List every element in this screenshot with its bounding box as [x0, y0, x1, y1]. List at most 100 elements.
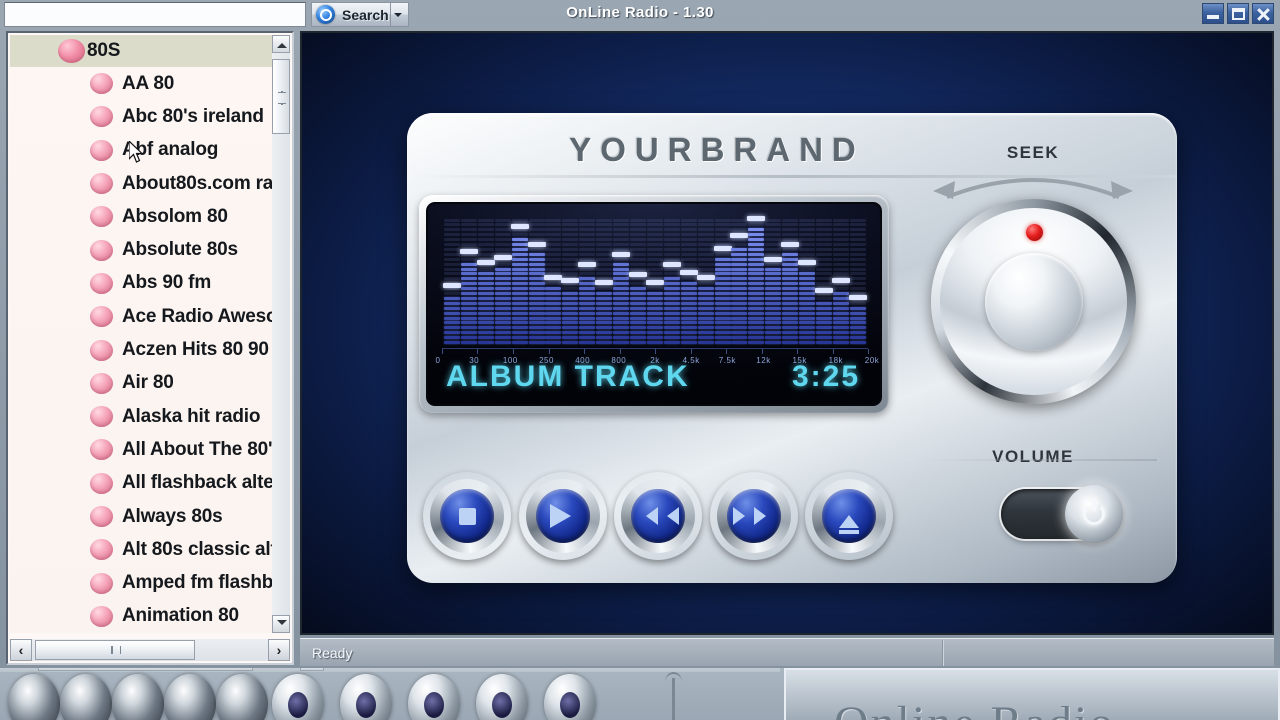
station-bullet-icon: [90, 472, 113, 494]
fast-forward-icon: [732, 507, 775, 525]
scroll-left-arrow-icon[interactable]: ‹: [10, 639, 32, 661]
fast-forward-button[interactable]: [710, 472, 798, 560]
list-item[interactable]: Abc 80's ireland: [10, 100, 276, 133]
station-bullet-icon: [90, 239, 113, 261]
background-knob-icon: [8, 674, 60, 720]
status-separator: [942, 639, 944, 666]
station-bullet-icon: [90, 306, 113, 328]
list-item[interactable]: Always 80s: [10, 500, 276, 533]
search-input[interactable]: [4, 2, 306, 27]
scroll-right-arrow-icon[interactable]: ›: [268, 639, 290, 661]
list-item[interactable]: Absolom 80: [10, 200, 276, 233]
list-item[interactable]: Air 80: [10, 367, 276, 400]
knob-center[interactable]: [984, 252, 1083, 351]
tuner-knob-area: SEEK VOLUME: [903, 137, 1163, 467]
rewind-icon: [637, 507, 679, 525]
spectrum-bar: [612, 214, 631, 344]
station-bullet-icon: [90, 539, 113, 561]
list-vertical-scrollbar[interactable]: [272, 35, 290, 633]
list-item-label: Amped fm flashba: [122, 572, 276, 594]
spectrum-bar: [764, 214, 783, 344]
minimize-button[interactable]: [1202, 3, 1224, 24]
power-divider: [907, 459, 1157, 461]
list-item[interactable]: Alaska hit radio: [10, 400, 276, 433]
spectrum-bar: [662, 214, 681, 344]
spectrum-peak: [595, 280, 614, 286]
spectrum-bar: [696, 214, 715, 344]
list-item-root[interactable]: 80S: [10, 35, 276, 67]
axis-tick: [548, 349, 550, 354]
power-toggle-handle[interactable]: [1065, 485, 1123, 543]
spectrum-peak: [747, 216, 766, 222]
mouse-cursor: [129, 141, 144, 163]
chevron-down-icon[interactable]: [390, 3, 405, 26]
station-bullet-icon: [90, 139, 113, 161]
list-item[interactable]: About80s.com rad: [10, 167, 276, 200]
search-button[interactable]: Search: [311, 2, 409, 27]
list-item[interactable]: Animation 80: [10, 600, 276, 633]
rewind-button[interactable]: [614, 472, 702, 560]
vertical-scroll-thumb[interactable]: [272, 59, 290, 134]
spectrum-peak: [696, 275, 715, 280]
track-time: 3:25: [791, 360, 860, 393]
search-button-label: Search: [342, 6, 389, 23]
horizontal-scroll-thumb[interactable]: [35, 640, 195, 660]
spectrum-peak: [510, 223, 529, 229]
spectrum-bar: [713, 214, 732, 344]
station-list-panel: 80S AA 80 Abc 80's ireland Abf analog Ab…: [6, 31, 294, 665]
station-bullet-icon: [90, 339, 113, 361]
search-toolbar: Search: [4, 2, 429, 28]
list-item[interactable]: Absolute 80s: [10, 233, 276, 266]
list-item-label: Alaska hit radio: [122, 405, 261, 427]
list-item-label: Abc 80's ireland: [122, 105, 264, 127]
scroll-up-arrow-icon[interactable]: [272, 35, 290, 53]
scroll-down-arrow-icon[interactable]: [272, 615, 290, 633]
axis-tick: [725, 349, 727, 354]
list-item[interactable]: Amped fm flashba: [10, 566, 276, 599]
background-knob-icon: [112, 674, 164, 720]
spectrum-bar: [493, 214, 512, 344]
spectrum-peak: [781, 241, 800, 247]
list-item[interactable]: AA 80: [10, 67, 276, 100]
station-list[interactable]: 80S AA 80 Abc 80's ireland Abf analog Ab…: [10, 35, 276, 633]
list-item[interactable]: All flashback alter: [10, 467, 276, 500]
spectrum-bar: [628, 214, 647, 344]
list-item[interactable]: Ace Radio Awesoi: [10, 300, 276, 333]
close-button[interactable]: [1252, 3, 1274, 24]
spectrum-bar: [595, 214, 614, 344]
volume-knob[interactable]: [931, 199, 1136, 404]
list-item[interactable]: All About The 80's: [10, 433, 276, 466]
spectrum-bar: [578, 214, 597, 344]
play-button[interactable]: [519, 472, 607, 560]
spectrum-bar: [561, 214, 580, 344]
spectrum-bar: [730, 214, 749, 344]
volume-label: VOLUME: [992, 447, 1074, 466]
spectrum-peak: [662, 262, 681, 268]
spectrum-peak: [645, 280, 664, 286]
transport-controls: [423, 471, 893, 561]
station-bullet-icon: [90, 439, 113, 461]
list-item-label: Abs 90 fm: [122, 272, 212, 294]
list-item-label: About80s.com rad: [122, 172, 276, 194]
spectrum-peak: [527, 241, 546, 247]
list-item-label: Air 80: [122, 372, 174, 394]
list-item[interactable]: Aczen Hits 80 90: [10, 333, 276, 366]
list-item-label: Absolom 80: [122, 205, 228, 227]
station-bullet-icon: [90, 106, 113, 128]
axis-tick: [442, 349, 443, 354]
list-item[interactable]: Abs 90 fm: [10, 267, 276, 300]
stop-button[interactable]: [423, 472, 511, 560]
spectrum-bar: [831, 214, 850, 344]
spectrum-bar: [679, 214, 698, 344]
eject-button[interactable]: [805, 472, 893, 560]
maximize-button[interactable]: [1227, 3, 1249, 24]
axis-tick-label: 7.5k: [718, 356, 736, 365]
power-toggle[interactable]: [1001, 485, 1123, 543]
lcd-display: 0 30 100 250 400 800 2k 4.5k 7.5k 12k 15k 18k 20k AL…: [426, 202, 882, 406]
spectrum-peak: [561, 277, 580, 283]
list-horizontal-scrollbar[interactable]: ‹ ›: [10, 639, 290, 661]
station-bullet-icon: [90, 406, 113, 428]
list-item[interactable]: Alt 80s classic alt: [10, 533, 276, 566]
player-area: YOURBRAND 0 30 100 250 400 800 2k 4.5k 7.5k 12k 15…: [300, 31, 1274, 635]
spectrum-peak: [612, 251, 631, 257]
